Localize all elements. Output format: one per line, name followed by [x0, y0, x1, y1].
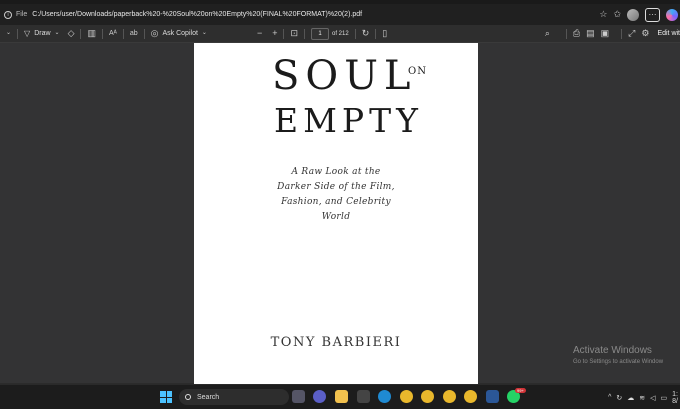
divider: [122, 28, 124, 39]
notification-badge: 99+: [515, 388, 526, 393]
chevron-down-icon: ⌄: [201, 30, 207, 36]
word-icon[interactable]: [486, 390, 499, 403]
favorites-icon[interactable]: ✩: [613, 10, 621, 19]
draw-button[interactable]: ▽ Draw ⌄: [24, 29, 60, 38]
clock-time: 1:: [672, 390, 678, 398]
search-icon[interactable]: ⌕: [545, 29, 550, 38]
title-soul: SOUL: [272, 53, 417, 99]
more-button[interactable]: ···: [645, 7, 660, 22]
chrome-icon[interactable]: [421, 390, 434, 403]
chrome-icon[interactable]: [443, 390, 456, 403]
search-label: Search: [197, 393, 220, 401]
settings-icon[interactable]: ⚙: [641, 29, 649, 38]
divider: [102, 28, 103, 39]
divider: [354, 28, 356, 39]
fit-page-icon[interactable]: ⊡: [290, 29, 298, 38]
address-bar[interactable]: i File C:/Users/user/Downloads/paperback…: [0, 4, 680, 25]
address-bar-actions: ☆ ✩ ···: [599, 4, 680, 25]
store-icon[interactable]: [357, 390, 370, 403]
two-page-icon[interactable]: ▯: [382, 29, 387, 38]
ask-copilot-button[interactable]: ◎ Ask Copilot ⌄: [151, 29, 207, 38]
clock[interactable]: 1: 8/: [672, 391, 678, 405]
divider: [143, 28, 145, 39]
task-view-icon[interactable]: [292, 390, 305, 403]
ask-copilot-label: Ask Copilot: [162, 30, 198, 37]
edit-with-button[interactable]: Edit wit: [657, 30, 680, 37]
sync-icon[interactable]: ↻: [616, 394, 622, 402]
activate-title: Activate Windows: [573, 345, 652, 356]
subtitle-line: Fashion, and Celebrity: [281, 197, 391, 207]
volume-icon[interactable]: ◁: [650, 394, 655, 402]
screen: i File C:/Users/user/Downloads/paperback…: [0, 0, 680, 409]
fullscreen-icon[interactable]: ⤢: [628, 29, 635, 38]
zoom-in-button[interactable]: +: [272, 29, 277, 38]
file-explorer-icon[interactable]: [335, 390, 348, 403]
divider: [80, 28, 82, 39]
draw-icon: ▽: [24, 29, 31, 38]
star-icon[interactable]: ☆: [599, 10, 607, 19]
activate-windows-watermark: Activate Windows Go to Settings to activ…: [573, 345, 663, 365]
title-empty: EMPTY: [274, 101, 423, 140]
wifi-icon[interactable]: ≋: [639, 394, 645, 402]
title-on: ON: [408, 66, 427, 77]
pdf-page: SOUL ON EMPTY A Raw Look at the Darker S…: [194, 43, 478, 384]
eraser-icon[interactable]: ◇: [68, 29, 75, 38]
read-aloud-icon[interactable]: Aᴬ: [109, 29, 117, 38]
save-icon[interactable]: ▤: [586, 29, 595, 38]
chat-icon[interactable]: [313, 390, 326, 403]
subtitle-line: A Raw Look at the: [291, 167, 381, 177]
taskbar-search[interactable]: Search: [179, 389, 289, 405]
url-text[interactable]: C:/Users/user/Downloads/paperback%20-%20…: [32, 11, 362, 18]
subtitle: A Raw Look at the Darker Side of the Fil…: [254, 165, 418, 225]
cloud-icon[interactable]: ☁: [627, 394, 634, 402]
chevron-down-icon[interactable]: ⌄: [6, 29, 11, 38]
page-count: of 212: [332, 30, 349, 37]
author-name: TONY BARBIERI: [270, 335, 402, 350]
copilot-icon[interactable]: [666, 8, 678, 21]
divider: [17, 28, 19, 39]
translate-icon[interactable]: ab: [130, 29, 138, 38]
file-chip: File: [16, 11, 28, 18]
pdf-toolbar: ⌄ ▽ Draw ⌄ ◇ ▥ Aᴬ ab ◎ Ask Copilot ⌄ − +…: [0, 25, 680, 43]
divider: [621, 28, 623, 39]
divider: [304, 28, 306, 39]
page-view-icon[interactable]: ▥: [87, 29, 96, 38]
page-number-input[interactable]: 1: [311, 27, 330, 40]
divider: [283, 28, 285, 39]
rotate-icon[interactable]: ↻: [362, 29, 370, 38]
chrome-icon[interactable]: [400, 390, 413, 403]
save-as-icon[interactable]: ▣: [601, 29, 610, 38]
print-icon[interactable]: ⎙: [573, 29, 580, 38]
subtitle-line: Darker Side of the Film,: [277, 182, 395, 192]
divider: [565, 28, 567, 39]
info-icon[interactable]: i: [4, 10, 12, 19]
zoom-out-button[interactable]: −: [257, 29, 262, 38]
system-tray: ^ ↻ ☁ ≋ ◁ ▭ 1: 8/: [608, 385, 680, 409]
search-icon: [185, 394, 191, 400]
draw-label: Draw: [34, 30, 51, 37]
copilot-small-icon: ◎: [150, 28, 159, 38]
clock-date: 8/: [672, 397, 678, 405]
windows-start-icon[interactable]: [160, 391, 172, 403]
battery-icon[interactable]: ▭: [661, 394, 668, 402]
divider: [375, 28, 377, 39]
edge-icon[interactable]: [378, 390, 391, 403]
subtitle-line: World: [321, 212, 351, 222]
activate-subtitle: Go to Settings to activate Window: [573, 359, 664, 365]
profile-avatar[interactable]: [627, 8, 639, 21]
taskbar: Search 99+ ^ ↻ ☁ ≋ ◁ ▭ 1: 8/: [0, 384, 680, 409]
chrome-icon[interactable]: [464, 390, 477, 403]
chevron-down-icon: ⌄: [54, 30, 60, 36]
chevron-up-icon[interactable]: ^: [608, 394, 611, 401]
